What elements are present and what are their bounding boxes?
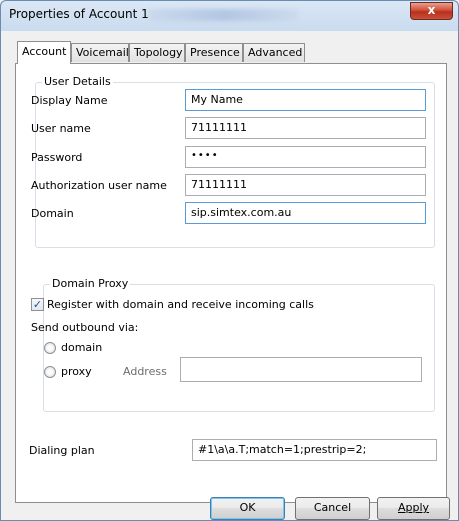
- password-label: Password: [31, 151, 83, 164]
- user-details-title: User Details: [42, 75, 113, 88]
- register-checkbox[interactable]: ✓: [31, 298, 44, 311]
- ok-button[interactable]: OK: [210, 497, 285, 520]
- register-checkbox-label[interactable]: Register with domain and receive incomin…: [47, 298, 314, 311]
- radio-domain-label[interactable]: domain: [61, 341, 102, 354]
- window-title: Properties of Account 1: [9, 7, 149, 21]
- password-field[interactable]: ••••: [185, 146, 426, 168]
- close-button[interactable]: x: [410, 2, 453, 20]
- send-outbound-label: Send outbound via:: [31, 321, 139, 334]
- dialog-client-area: Account Voicemail Topology Presence Adva…: [8, 31, 453, 520]
- checkmark-icon: ✓: [32, 298, 43, 311]
- address-field[interactable]: [180, 357, 422, 382]
- apply-button-label: Apply: [397, 501, 430, 514]
- auth-user-name-field[interactable]: 71111111: [185, 174, 426, 196]
- dialing-plan-field[interactable]: #1\a\a.T;match=1;prestrip=2;: [192, 439, 437, 461]
- display-name-field[interactable]: My Name: [185, 89, 426, 111]
- address-label: Address: [123, 365, 167, 378]
- cancel-button[interactable]: Cancel: [295, 497, 370, 520]
- blurred-title-region: [149, 9, 299, 21]
- radio-proxy[interactable]: [44, 366, 56, 378]
- radio-proxy-label[interactable]: proxy: [61, 365, 92, 378]
- radio-domain[interactable]: [44, 342, 56, 354]
- title-bar[interactable]: Properties of Account 1 x: [1, 1, 458, 30]
- domain-label: Domain: [31, 207, 74, 220]
- domain-field[interactable]: sip.simtex.com.au: [185, 202, 426, 224]
- tab-account[interactable]: Account: [17, 41, 71, 64]
- tab-topology[interactable]: Topology: [129, 43, 185, 62]
- properties-window: Properties of Account 1 x Account Voicem…: [0, 0, 459, 521]
- user-name-field[interactable]: 71111111: [185, 117, 426, 139]
- dialing-plan-label: Dialing plan: [29, 444, 95, 457]
- tab-advanced[interactable]: Advanced: [243, 43, 305, 62]
- domain-proxy-title: Domain Proxy: [50, 277, 131, 290]
- display-name-label: Display Name: [31, 94, 108, 107]
- close-icon: x: [427, 3, 436, 17]
- tab-presence[interactable]: Presence: [185, 43, 243, 62]
- auth-user-name-label: Authorization user name: [31, 179, 167, 192]
- apply-button[interactable]: Apply: [377, 497, 450, 520]
- tab-voicemail[interactable]: Voicemail: [71, 43, 129, 62]
- account-tab-panel: User Details Display Name My Name User n…: [15, 63, 447, 503]
- user-details-group: User Details Display Name My Name User n…: [31, 75, 435, 248]
- domain-proxy-group: Domain Proxy ✓ Register with domain and …: [31, 277, 435, 412]
- user-name-label: User name: [31, 122, 91, 135]
